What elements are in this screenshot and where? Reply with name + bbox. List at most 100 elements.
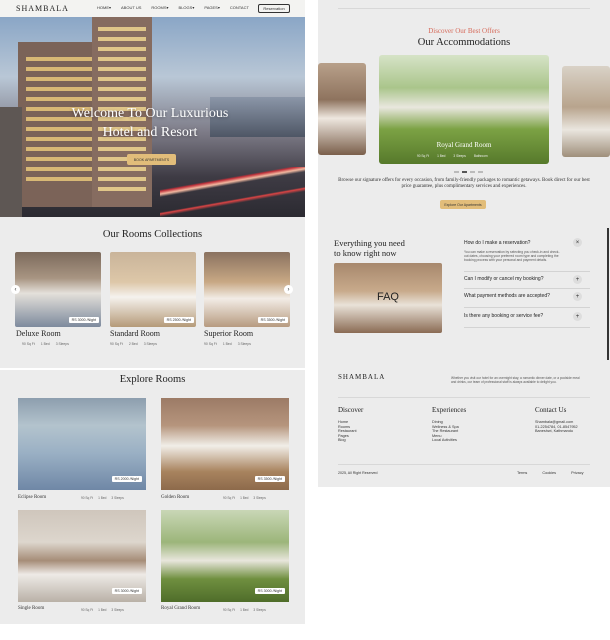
room-card-superior[interactable]: RS 3500 /Night <box>204 252 290 327</box>
explore-name-single[interactable]: Single Room <box>18 606 44 611</box>
hero-title-line1: Welcome To Our Luxurious <box>71 106 229 121</box>
plus-icon[interactable]: + <box>573 292 582 301</box>
explore-name-golden[interactable]: Golden Room <box>161 495 189 500</box>
explore-card-single[interactable]: RS 3000 /Night <box>18 510 146 602</box>
explore-card-golden[interactable]: RS 3500 /Night <box>161 398 289 490</box>
nav-about[interactable]: ABOUT US <box>121 5 141 10</box>
room-price-unit: /Night <box>272 477 282 481</box>
room-guests: 3 Sleeps <box>111 496 124 500</box>
room-price-badge: RS 3500 /Night <box>254 476 285 482</box>
faq-answer-1: You can make a reservation by selecting … <box>464 250 560 262</box>
room-area: 90 Sq Ft <box>81 496 94 500</box>
accommodations-description: Browse our signature offers for every oc… <box>338 178 590 189</box>
footer-experiences-list: Dining Wellness & Spa The Restaurant Men… <box>432 420 459 443</box>
nav-blogs[interactable]: BLOGS▾ <box>179 5 195 10</box>
faq-question-3[interactable]: What payment methods are accepted? <box>464 293 572 299</box>
room-area: 90 Sq Ft <box>81 608 94 612</box>
slide-next-preview[interactable] <box>562 66 610 157</box>
room-name-superior[interactable]: Superior Room <box>204 329 253 338</box>
site-logo[interactable]: SHAMBALA <box>16 4 69 13</box>
privacy-link[interactable]: Privacy <box>571 471 583 475</box>
room-guests: 3 Sleeps <box>111 608 124 612</box>
footer-link-activities[interactable]: Local Activities <box>432 438 459 443</box>
room-name-standard[interactable]: Standard Room <box>110 329 160 338</box>
room-price-unit: /Night <box>275 318 285 322</box>
room-area: 90 Sq Ft <box>22 342 35 346</box>
room-bed: 2 Bed <box>128 342 138 346</box>
footer-experiences-title: Experiences <box>432 406 467 414</box>
hero-banner: Welcome To Our Luxurious Hotel and Resor… <box>0 17 305 217</box>
footer-about: Whether you visit our hotel for an overn… <box>451 376 580 384</box>
room-area: 90 Sq Ft <box>223 608 236 612</box>
plus-icon[interactable]: + <box>573 275 582 284</box>
cookies-link[interactable]: Cookies <box>542 471 556 475</box>
main-menu: HOME▾ ABOUT US ROOMS▾ BLOGS▾ PAGES▾ CONT… <box>97 5 249 10</box>
offers-tagline: Discover Our Best Offers <box>428 27 500 35</box>
footer-link-blog[interactable]: Blog <box>338 438 357 443</box>
room-price: RS 3500 <box>257 477 272 481</box>
top-divider <box>338 8 590 9</box>
faq-heading-line1: Everything you need <box>334 238 405 248</box>
footer-divider <box>338 397 590 398</box>
room-bed: 1 Bed <box>222 342 232 346</box>
footer-discover-title: Discover <box>338 406 364 414</box>
carousel-next-arrow-icon[interactable]: › <box>284 285 293 294</box>
explore-card-eclipse[interactable]: RS 2000 /Night <box>18 398 146 490</box>
room-price-unit: /Night <box>272 589 282 593</box>
room-price-badge: RS 3000 /Night <box>111 588 142 594</box>
footer-contact-list: Shambala@gmail.com 01-2254784, 01-854795… <box>535 420 578 434</box>
footer-email[interactable]: Shambala@gmail.com <box>535 420 578 425</box>
slider-pagination[interactable] <box>454 171 483 173</box>
room-features: 90 Sq Ft 1 Bed 3 Sleeps <box>223 608 266 612</box>
nav-pages-label: PAGES <box>204 5 218 10</box>
room-price-unit: /Night <box>129 589 139 593</box>
explore-rooms-title: Explore Rooms <box>119 374 186 385</box>
explore-name-royal-grand[interactable]: Royal Grand Room <box>161 606 200 611</box>
room-bed: 1 Bed <box>40 342 50 346</box>
slide-bath: Bathroom <box>473 154 488 158</box>
section-divider <box>0 368 305 370</box>
book-apartments-button[interactable]: BOOK APARTMENTS <box>127 154 176 165</box>
footer-logo[interactable]: SHAMBALA <box>338 373 385 381</box>
room-features: 90 Sq Ft 1 Bed 3 Sleeps <box>204 342 251 346</box>
terms-link[interactable]: Terms <box>517 471 527 475</box>
plus-icon[interactable]: + <box>573 312 582 321</box>
nav-blogs-label: BLOGS <box>178 5 193 10</box>
slide-features: 90 Sq Ft 1 Bed 3 Sleeps Bathroom <box>417 154 488 158</box>
room-guests: 3 Sleeps <box>253 608 266 612</box>
room-price: RS 3000 <box>114 589 129 593</box>
room-card-deluxe[interactable]: RS 3000 /Night <box>15 252 101 327</box>
home-page-column: SHAMBALA HOME▾ ABOUT US ROOMS▾ BLOGS▾ PA… <box>0 0 305 624</box>
scrollbar[interactable] <box>607 228 609 360</box>
carousel-prev-arrow-icon[interactable]: ‹ <box>11 285 20 294</box>
footer-address: Baneshwi, Kathmandu <box>535 429 573 434</box>
explore-name-eclipse[interactable]: Eclipse Room <box>18 495 46 500</box>
explore-card-royal-grand[interactable]: RS 3000 /Night <box>161 510 289 602</box>
explore-apartments-button[interactable]: Explore Our Apartments <box>440 200 486 209</box>
faq-question-4[interactable]: Is there any booking or service fee? <box>464 313 572 319</box>
room-price-badge: RS 2500 /Night <box>163 317 194 323</box>
nav-contact[interactable]: CONTACT <box>230 5 249 10</box>
room-guests: 3 Sleeps <box>143 342 157 346</box>
room-bed: 1 Bed <box>98 608 107 612</box>
room-price: RS 3000 <box>71 318 86 322</box>
faq-heading-line2: to know right now <box>334 248 397 258</box>
slide-guests: 3 Sleeps <box>453 154 466 158</box>
room-price: RS 2000 <box>114 477 129 481</box>
nav-pages[interactable]: PAGES▾ <box>204 5 220 10</box>
faq-heading: Everything you need to know right now <box>334 238 434 258</box>
reservation-button[interactable]: Reservation <box>258 4 290 13</box>
nav-home[interactable]: HOME▾ <box>97 5 111 10</box>
room-name-deluxe[interactable]: Deluxe Room <box>16 329 61 338</box>
faq-question-2[interactable]: Can I modify or cancel my booking? <box>464 276 572 282</box>
room-price: RS 3000 <box>257 589 272 593</box>
slide-prev-preview[interactable] <box>318 63 366 155</box>
faq-image-label: FAQ <box>376 291 399 303</box>
close-icon[interactable]: × <box>573 238 582 247</box>
nav-rooms[interactable]: ROOMS▾ <box>151 5 168 10</box>
room-card-standard[interactable]: RS 2500 /Night <box>110 252 196 327</box>
room-price-badge: RS 3500 /Night <box>257 317 288 323</box>
faq-question-1[interactable]: How do I make a reservation? <box>464 240 572 246</box>
faq-divider <box>464 271 590 272</box>
hero-title-line2: Hotel and Resort <box>102 125 198 140</box>
